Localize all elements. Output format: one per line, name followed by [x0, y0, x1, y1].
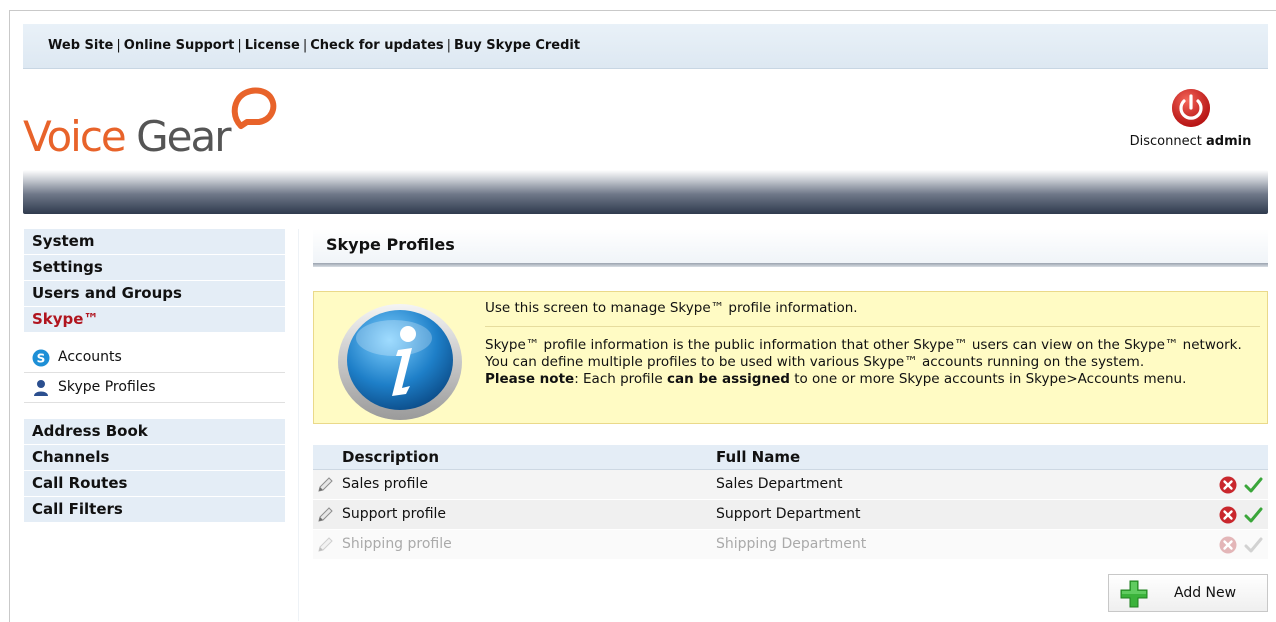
table-row[interactable]: Support profile Support Department	[313, 500, 1268, 530]
edit-icon[interactable]	[316, 506, 334, 524]
column-header-description: Description	[342, 448, 440, 466]
disabled-check-icon[interactable]	[1243, 535, 1263, 555]
info-icon	[338, 304, 462, 420]
speech-bubble-icon	[231, 87, 277, 129]
enabled-check-icon[interactable]	[1243, 475, 1263, 495]
edit-icon[interactable]	[316, 476, 334, 494]
page-header: Skype Profiles	[313, 229, 1268, 267]
logo-word-voice: Voice	[23, 112, 127, 161]
link-buy-skype-credit[interactable]: Buy Skype Credit	[454, 38, 580, 53]
link-license[interactable]: License	[245, 38, 300, 53]
nav-item-call-routes[interactable]: Call Routes	[24, 471, 285, 497]
nav-item-skype[interactable]: Skype™	[24, 307, 285, 333]
link-check-updates[interactable]: Check for updates	[310, 38, 443, 53]
nav-item-channels[interactable]: Channels	[24, 445, 285, 471]
delete-icon[interactable]	[1219, 536, 1237, 554]
current-user: admin	[1206, 134, 1252, 149]
top-links: Web Site | Online Support | License | Check fo…	[48, 38, 581, 53]
enabled-check-icon[interactable]	[1243, 505, 1263, 525]
info-note: Please note: Each profile can be assigne…	[485, 371, 1187, 387]
skype-submenu: S Accounts Skype Profiles	[24, 343, 285, 403]
content-divider	[298, 229, 299, 621]
info-text: Use this screen to manage Skype™ profile…	[485, 300, 1260, 388]
add-new-label: Add New	[1174, 585, 1237, 601]
skype-icon: S	[32, 349, 50, 367]
info-paragraph-2: You can define multiple profiles to be u…	[485, 354, 1145, 370]
profiles-table: Description Full Name Sales profile Sale…	[313, 445, 1268, 560]
nav-item-settings[interactable]: Settings	[24, 255, 285, 281]
header-band	[23, 170, 1268, 214]
sidebar-nav: System Settings Users and Groups Skype™ …	[24, 229, 285, 523]
delete-icon[interactable]	[1219, 506, 1237, 524]
svg-text:S: S	[37, 351, 46, 365]
table-header: Description Full Name	[313, 445, 1268, 470]
info-line-1: Use this screen to manage Skype™ profile…	[485, 300, 1260, 327]
row-full-name: Shipping Department	[716, 536, 867, 552]
link-web-site[interactable]: Web Site	[48, 38, 113, 53]
row-full-name: Sales Department	[716, 476, 843, 492]
row-description: Shipping profile	[342, 536, 452, 552]
title-rule	[313, 263, 1268, 267]
row-description: Support profile	[342, 506, 447, 522]
row-full-name: Support Department	[716, 506, 861, 522]
add-new-button[interactable]: Add New	[1108, 574, 1268, 612]
info-paragraph-1: Skype™ profile information is the public…	[485, 337, 1242, 353]
nav-item-call-filters[interactable]: Call Filters	[24, 497, 285, 523]
logo-word-gear: Gear	[136, 112, 231, 161]
plus-icon	[1120, 580, 1148, 608]
table-row[interactable]: Shipping profile Shipping Department	[313, 530, 1268, 560]
delete-icon[interactable]	[1219, 476, 1237, 494]
subnav-label-accounts: Accounts	[58, 349, 122, 365]
nav-item-system[interactable]: System	[24, 229, 285, 255]
subnav-label-skype-profiles: Skype Profiles	[58, 379, 156, 395]
link-online-support[interactable]: Online Support	[124, 38, 235, 53]
subnav-item-skype-profiles[interactable]: Skype Profiles	[24, 373, 285, 403]
edit-icon[interactable]	[316, 536, 334, 554]
info-box: Use this screen to manage Skype™ profile…	[313, 291, 1268, 424]
column-header-full-name: Full Name	[716, 448, 801, 466]
disconnect-label[interactable]: Disconnect admin	[1118, 134, 1263, 149]
page-title: Skype Profiles	[326, 235, 455, 254]
user-icon	[32, 379, 50, 397]
power-icon[interactable]	[1171, 88, 1211, 128]
subnav-item-accounts[interactable]: S Accounts	[24, 343, 285, 373]
row-description: Sales profile	[342, 476, 428, 492]
nav-item-users-and-groups[interactable]: Users and Groups	[24, 281, 285, 307]
disconnect-area: Disconnect admin	[1118, 88, 1263, 149]
top-link-bar: Web Site | Online Support | License | Check fo…	[23, 24, 1268, 69]
table-row[interactable]: Sales profile Sales Department	[313, 470, 1268, 500]
nav-item-address-book[interactable]: Address Book	[24, 419, 285, 445]
